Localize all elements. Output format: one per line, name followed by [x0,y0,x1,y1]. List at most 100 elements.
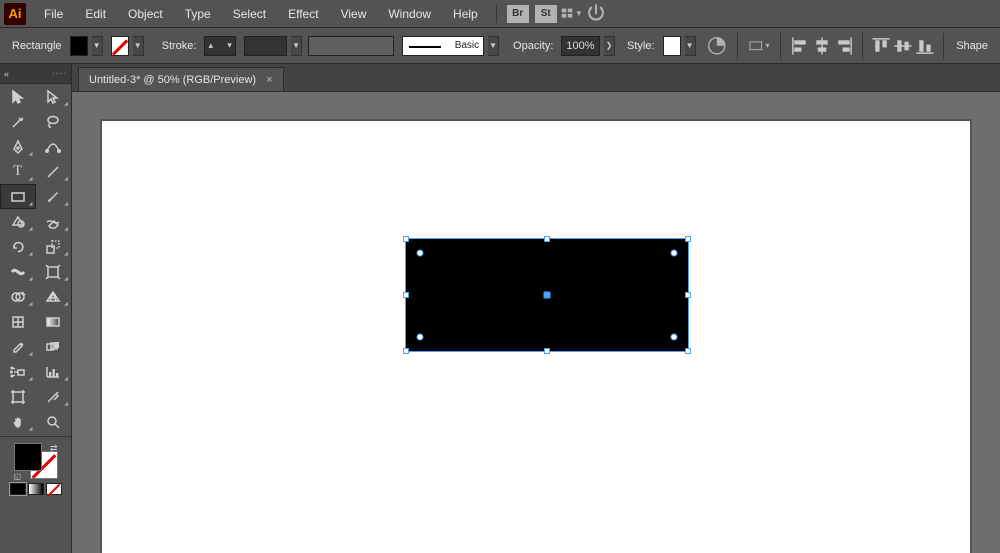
align-bottom-icon[interactable] [915,36,935,56]
blend-tool[interactable] [36,334,72,359]
color-mode-solid[interactable] [10,483,26,495]
menu-type[interactable]: Type [175,3,221,25]
shape-builder-tool[interactable]: ◢ [0,284,36,309]
line-segment-tool[interactable]: ◢ [36,159,72,184]
eraser-tool[interactable]: ◢ [36,209,72,234]
fill-swatch[interactable] [70,36,88,56]
free-transform-tool[interactable]: ◢ [36,259,72,284]
align-vcenter-icon[interactable] [893,36,913,56]
perspective-grid-tool[interactable]: ◢ [36,284,72,309]
mesh-tool[interactable] [0,309,36,334]
brush-style-dropdown[interactable]: Basic [402,36,484,56]
align-hcenter-icon[interactable] [812,36,832,56]
tools-panel-header[interactable]: « ∙∙∙∙ [0,64,71,84]
tools-divider [0,436,71,437]
artboard-tool[interactable] [0,384,36,409]
opacity-caret[interactable]: ❯ [604,36,615,56]
opacity-input[interactable]: 100% [561,36,600,56]
stock-launch-icon[interactable]: St [535,5,557,23]
selection-type-label: Rectangle [8,40,66,52]
align-horizontal-group [790,36,854,56]
align-right-icon[interactable] [834,36,854,56]
tools-panel: « ∙∙∙∙ ◢ ◢ T◢ ◢ ◢ ◢ ◢ ◢ ◢ ◢ [0,64,72,553]
pen-tool[interactable]: ◢ [0,134,36,159]
align-vertical-group [871,36,935,56]
opacity-label: Opacity: [509,40,557,52]
menu-file[interactable]: File [34,3,73,25]
document-tab-title: Untitled-3* @ 50% (RGB/Preview) [89,74,256,86]
swap-fill-stroke-icon[interactable]: ⇄ [50,443,58,454]
brush-definition-disabled [308,36,394,56]
chevron-down-icon: ▼ [575,9,583,18]
width-tool[interactable]: ◢ [0,259,36,284]
graphic-style-caret[interactable]: ▼ [685,36,696,56]
menu-window[interactable]: Window [378,3,441,25]
document-tab-bar: Untitled-3* @ 50% (RGB/Preview) × [72,64,1000,92]
column-graph-tool[interactable]: ◢ [36,359,72,384]
menu-edit[interactable]: Edit [75,3,116,25]
document-area: Untitled-3* @ 50% (RGB/Preview) × [72,64,1000,553]
selection-tool[interactable] [0,84,36,109]
app-logo-icon: Ai [4,3,26,25]
expand-panel-icon[interactable]: « [4,69,9,79]
gpu-preview-icon[interactable] [585,5,607,23]
eyedropper-tool[interactable]: ◢ [0,334,36,359]
align-left-icon[interactable] [790,36,810,56]
tools-grid: ◢ ◢ T◢ ◢ ◢ ◢ ◢ ◢ ◢ ◢ ◢ ◢ ◢ ◢ [0,84,71,434]
magic-wand-tool[interactable] [0,109,36,134]
rectangle-object[interactable] [406,239,688,351]
brush-style-caret[interactable]: ▼ [488,36,499,56]
workspace: « ∙∙∙∙ ◢ ◢ T◢ ◢ ◢ ◢ ◢ ◢ ◢ ◢ [0,64,1000,553]
shaper-tool[interactable]: ◢ [0,209,36,234]
scale-tool[interactable]: ◢ [36,234,72,259]
arrange-documents-icon[interactable]: ▼ [561,5,583,23]
color-mode-none[interactable] [46,483,62,495]
fill-dropdown[interactable]: ▼ [92,36,103,56]
canvas-viewport[interactable] [72,92,1000,553]
control-bar: Rectangle ▼ ▼ Stroke: ▴▾ ▼ Basic ▼ Opaci… [0,28,1000,64]
rotate-tool[interactable]: ◢ [0,234,36,259]
type-tool[interactable]: T◢ [0,159,36,184]
bridge-launch-icon[interactable]: Br [507,5,529,23]
align-to-selection-icon[interactable]: ▾ [748,36,770,56]
panel-grip-icon[interactable]: ∙∙∙∙ [52,68,67,79]
document-tab[interactable]: Untitled-3* @ 50% (RGB/Preview) × [78,67,284,91]
fill-color-swatch[interactable] [14,443,42,471]
variable-width-profile-caret[interactable]: ▼ [291,36,302,56]
slice-tool[interactable]: ◢ [36,384,72,409]
fill-stroke-swatches[interactable]: ⇄ ◱ [14,443,58,479]
stroke-weight-stepper[interactable]: ▴▾ [204,36,235,56]
hand-tool[interactable]: ◢ [0,409,36,434]
curvature-tool[interactable] [36,134,72,159]
direct-selection-tool[interactable]: ◢ [36,84,72,109]
close-tab-icon[interactable]: × [266,74,272,86]
menu-effect[interactable]: Effect [278,3,328,25]
stroke-dropdown[interactable]: ▼ [133,36,144,56]
brush-style-label: Basic [455,40,479,51]
default-fill-stroke-icon[interactable]: ◱ [14,472,22,481]
controlbar-divider-3 [862,33,863,59]
graphic-style-swatch[interactable] [663,36,681,56]
stroke-swatch[interactable] [111,36,129,56]
paintbrush-tool[interactable]: ◢ [36,184,72,209]
controlbar-divider-1 [737,33,738,59]
align-top-icon[interactable] [871,36,891,56]
zoom-tool[interactable] [36,409,72,434]
variable-width-profile-dropdown[interactable] [244,36,287,56]
gradient-tool[interactable] [36,309,72,334]
symbol-sprayer-tool[interactable]: ◢ [0,359,36,384]
menu-object[interactable]: Object [118,3,173,25]
menu-select[interactable]: Select [223,3,276,25]
recolor-artwork-icon[interactable] [706,36,728,56]
artboard[interactable] [101,120,971,553]
menu-view[interactable]: View [331,3,377,25]
shape-properties-label[interactable]: Shape [952,40,992,52]
color-mode-gradient[interactable] [28,483,44,495]
menubar-divider [496,5,497,23]
menu-help[interactable]: Help [443,3,488,25]
lasso-tool[interactable] [36,109,72,134]
graphic-style-label: Style: [623,40,659,52]
stroke-label: Stroke: [158,40,201,52]
application-menubar: Ai File Edit Object Type Select Effect V… [0,0,1000,28]
rectangle-tool[interactable]: ◢ [0,184,36,209]
